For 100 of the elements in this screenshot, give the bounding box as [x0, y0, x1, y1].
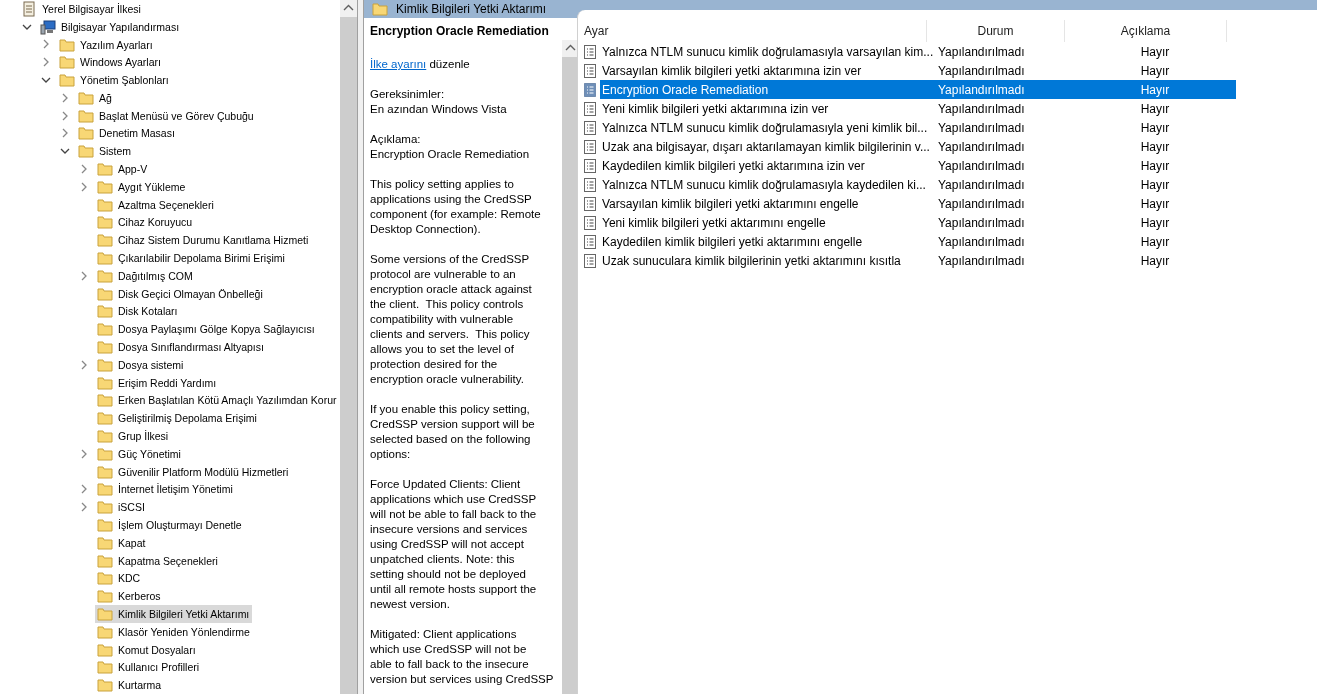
- list-row[interactable]: Encryption Oracle Remediation Yapılandırılmadı Hayır: [600, 80, 1236, 99]
- description-paragraph: This policy setting applies to applications using the CredSSP component (for example: Remote Desktop Connection).: [370, 177, 542, 237]
- list-row[interactable]: Kaydedilen kimlik bilgileri yetki aktarımına izin ver Yapılandırılmadı Hayır: [600, 156, 1236, 175]
- document-list-icon: [582, 43, 598, 60]
- tree-item[interactable]: Klasör Yeniden Yönlendirme: [95, 622, 253, 641]
- description-paragraph: Mitigated: Client applications which use CredSSP will not be able to fall back to the insecure version but services using CredSSP: [370, 627, 555, 687]
- folder-icon: [59, 54, 75, 71]
- table-cell-text: Hayır: [1139, 44, 1171, 59]
- scrollbar[interactable]: [340, 0, 357, 694]
- folder-icon: [97, 534, 113, 551]
- scroll-icon: [21, 0, 37, 17]
- tree-item[interactable]: Aygıt Yükleme: [95, 177, 189, 196]
- folder-icon: [97, 285, 113, 302]
- column-header[interactable]: Durum: [927, 20, 1065, 42]
- folder-icon: [97, 481, 113, 498]
- column-header[interactable]: Açıklama: [1065, 20, 1227, 42]
- list-row[interactable]: Yeni kimlik bilgileri yetki aktarımına izin ver Yapılandırılmadı Hayır: [600, 99, 1236, 118]
- list-row[interactable]: Yalnızca NTLM sunucu kimlik doğrulamasıyla kaydedilen ki... Yapılandırılmadı Hayır: [600, 175, 1236, 194]
- tree-item[interactable]: Disk Geçici Olmayan Önbelleği: [95, 284, 266, 303]
- table-cell-text: Varsayılan kimlik bilgileri yetki aktarımına izin ver: [601, 63, 863, 78]
- list-row[interactable]: Varsayılan kimlik bilgileri yetki aktarımını engelle Yapılandırılmadı Hayır: [600, 194, 1236, 213]
- description-paragraph: Some versions of the CredSSP protocol are vulnerable to an encryption oracle attack against the client. This policy controls compatibility with vulnerable clients and servers. This policy allows you to set the level of protection desired for the encryption oracle vulnerability.: [370, 252, 533, 387]
- tree-item[interactable]: Çıkarılabilir Depolama Birimi Erişimi: [95, 249, 288, 268]
- tree-item[interactable]: KDC: [95, 569, 144, 588]
- description-paragraph: If you enable this policy setting, CredSSP version support will be selected based on the following options:: [370, 402, 536, 462]
- tree-item[interactable]: Sistem: [76, 142, 135, 161]
- folder-icon: [97, 659, 113, 676]
- tree-item[interactable]: Kurtarma: [95, 676, 165, 694]
- tree-item[interactable]: Dağıtılmış COM: [95, 266, 196, 285]
- tree-item[interactable]: Grup İlkesi: [95, 427, 172, 446]
- tree-item[interactable]: Ağ: [76, 88, 115, 107]
- list-row[interactable]: Yeni kimlik bilgileri yetki aktarımını engelle Yapılandırılmadı Hayır: [600, 213, 1236, 232]
- document-list-icon: [582, 100, 598, 117]
- folder-icon: [97, 214, 113, 231]
- tree-item[interactable]: Komut Dosyaları: [95, 640, 199, 659]
- section-heading: Gereksinimler:: [370, 87, 446, 102]
- table-cell-text: Yalnızca NTLM sunucu kimlik doğrulamasıyla yeni kimlik bil...: [601, 120, 929, 135]
- tree-item[interactable]: Denetim Masası: [76, 124, 178, 143]
- folder-icon: [97, 267, 113, 284]
- table-cell-text: Hayır: [1139, 253, 1171, 268]
- section-text: Encryption Oracle Remediation: [370, 147, 531, 162]
- tree-item[interactable]: Kullanıcı Profilleri: [95, 658, 203, 677]
- table-cell-text: Hayır: [1139, 234, 1171, 249]
- tree-item[interactable]: Cihaz Sistem Durumu Kanıtlama Hizmeti: [95, 231, 312, 250]
- list-row[interactable]: Varsayılan kimlik bilgileri yetki aktarımına izin ver Yapılandırılmadı Hayır: [600, 61, 1236, 80]
- tree-item[interactable]: Yerel Bilgisayar İlkesi: [19, 0, 144, 18]
- tree-item[interactable]: Cihaz Koruyucu: [95, 213, 196, 232]
- tree-item[interactable]: iSCSI: [95, 498, 148, 517]
- folder-icon: [97, 303, 113, 320]
- tree-item[interactable]: Disk Kotaları: [95, 302, 181, 321]
- tree-item[interactable]: Bilgisayar Yapılandırması: [38, 17, 183, 36]
- list-row[interactable]: Uzak sunuculara kimlik bilgilerinin yetki aktarımını kısıtla Yapılandırılmadı Hayır: [600, 251, 1236, 270]
- list-row[interactable]: Yalnızca NTLM sunucu kimlik doğrulamasıyla yeni kimlik bil... Yapılandırılmadı Hayır: [600, 118, 1236, 137]
- tree-item[interactable]: Başlat Menüsü ve Görev Çubuğu: [76, 106, 257, 125]
- folder-icon: [97, 463, 113, 480]
- list-row[interactable]: Yalnızca NTLM sunucu kimlik doğrulamasıyla varsayılan kim... Yapılandırılmadı Hayır: [600, 42, 1236, 61]
- tree-item[interactable]: Erken Başlatılan Kötü Amaçlı Yazılımdan Korur: [95, 391, 340, 410]
- table-cell-text: Yapılandırılmadı: [937, 158, 1026, 173]
- section-heading: Açıklama:: [370, 132, 422, 147]
- folder-icon: [97, 517, 113, 533]
- list-row[interactable]: Uzak ana bilgisayar, dışarı aktarılamayan kimlik bilgilerinin v... Yapılandırılmadı Hayır: [600, 137, 1236, 156]
- table-cell-text: Yapılandırılmadı: [937, 44, 1026, 59]
- tree-item[interactable]: Kapatma Seçenekleri: [95, 551, 221, 570]
- policy-setting-link[interactable]: İlke ayarını: [370, 58, 427, 70]
- splitter[interactable]: [357, 0, 364, 694]
- table-cell-text: Yapılandırılmadı: [937, 253, 1026, 268]
- scroll-up-button[interactable]: [340, 0, 357, 17]
- tree-item[interactable]: Kapat: [95, 533, 149, 552]
- tree-item[interactable]: İşlem Oluşturmayı Denetle: [95, 516, 245, 534]
- list-row[interactable]: Kaydedilen kimlik bilgileri yetki aktarımını engelle Yapılandırılmadı Hayır: [600, 232, 1236, 251]
- folder-icon: [97, 499, 113, 516]
- tree-item[interactable]: Dosya Sınıflandırması Altyapısı: [95, 338, 267, 357]
- tree-item[interactable]: App-V: [95, 160, 151, 179]
- folder-icon: [97, 232, 113, 249]
- scrollbar[interactable]: [562, 40, 577, 694]
- tree-item[interactable]: İnternet İletişim Yönetimi: [95, 480, 236, 499]
- folder-icon: [97, 321, 113, 338]
- folder-icon: [97, 392, 113, 409]
- tree-item[interactable]: Geliştirilmiş Depolama Erişimi: [95, 409, 260, 428]
- tree-item[interactable]: Yazılım Ayarları: [57, 35, 156, 54]
- tree-item[interactable]: Dosya sistemi: [95, 355, 187, 374]
- table-cell-text: Hayır: [1139, 196, 1171, 211]
- folder-icon: [78, 107, 94, 124]
- tree-item[interactable]: Güvenilir Platform Modülü Hizmetleri: [95, 462, 292, 481]
- table-cell-text: Yapılandırılmadı: [937, 82, 1026, 97]
- section-text: En azından Windows Vista: [370, 102, 508, 117]
- tree-item[interactable]: Erişim Reddi Yardımı: [95, 373, 220, 392]
- table-cell-text: Hayır: [1139, 158, 1171, 173]
- tree-item[interactable]: Kimlik Bilgileri Yetki Aktarımı: [95, 605, 253, 623]
- column-header[interactable]: Ayar: [578, 20, 927, 42]
- tree-item[interactable]: Kerberos: [95, 587, 164, 606]
- table-cell-text: Yapılandırılmadı: [937, 101, 1026, 116]
- tree-item[interactable]: Yönetim Şablonları: [57, 71, 172, 90]
- tree-item[interactable]: Windows Ayarları: [57, 53, 164, 72]
- tree-item[interactable]: Azaltma Seçenekleri: [95, 195, 217, 214]
- table-cell-text: Yapılandırılmadı: [937, 177, 1026, 192]
- tree-item[interactable]: Dosya Paylaşımı Gölge Kopya Sağlayıcısı: [95, 320, 318, 339]
- folder-icon: [97, 623, 113, 640]
- table-cell-text: Kaydedilen kimlik bilgileri yetki aktarımını engelle: [601, 234, 864, 249]
- tree-item[interactable]: Güç Yönetimi: [95, 444, 184, 463]
